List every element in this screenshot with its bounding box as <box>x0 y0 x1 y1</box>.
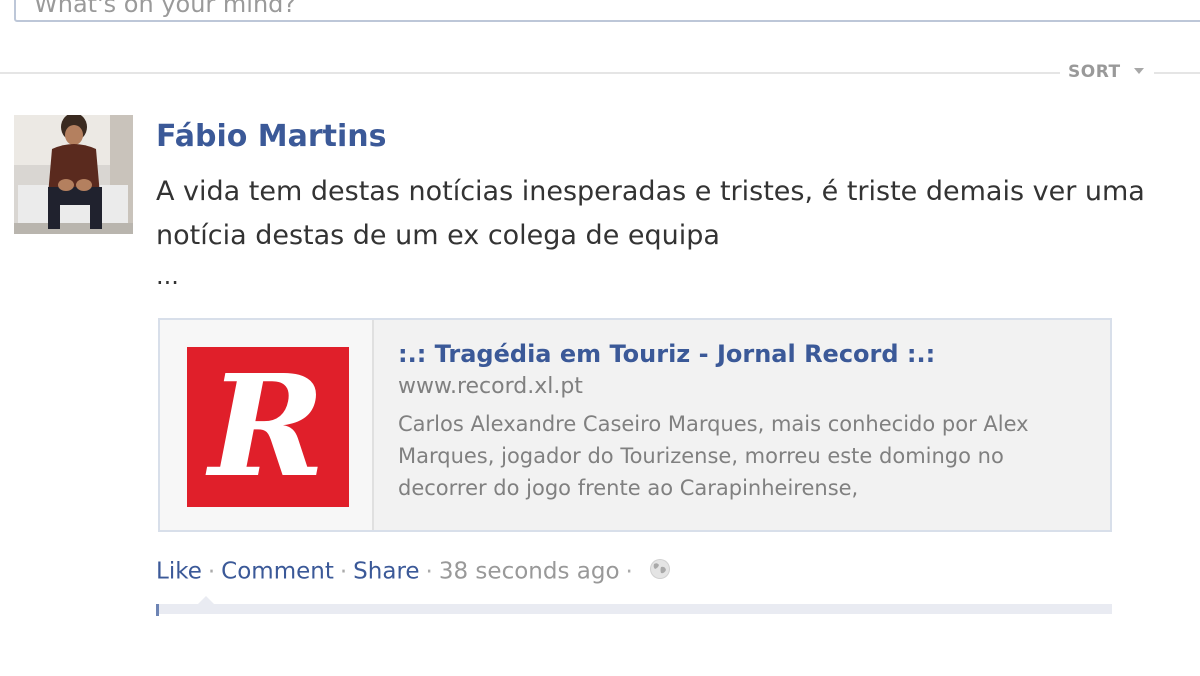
feed-divider-right <box>1154 72 1200 74</box>
feed-divider <box>0 72 1060 74</box>
see-more-link[interactable]: ... <box>156 262 179 290</box>
separator-dot: · <box>425 558 433 585</box>
sort-button[interactable]: SORT <box>1068 62 1121 82</box>
link-thumbnail-frame: R <box>160 320 374 530</box>
share-button[interactable]: Share <box>353 559 419 585</box>
separator-dot: · <box>625 558 633 585</box>
status-composer[interactable]: What's on your mind? <box>14 0 1200 22</box>
comment-area-edge <box>156 604 159 616</box>
profile-photo <box>14 115 133 234</box>
post-timestamp[interactable]: 38 seconds ago <box>439 559 620 585</box>
separator-dot: · <box>207 558 216 585</box>
composer-placeholder[interactable]: What's on your mind? <box>34 0 296 18</box>
post-author-link[interactable]: Fábio Martins <box>156 119 387 154</box>
post-actions: Like · Comment · Share · 38 seconds ago · <box>156 558 671 586</box>
link-description: Carlos Alexandre Caseiro Marques, mais c… <box>398 412 1029 500</box>
link-url: www.record.xl.pt <box>398 374 583 399</box>
like-button[interactable]: Like <box>156 559 202 585</box>
globe-icon[interactable] <box>649 558 671 586</box>
record-logo-letter: R <box>205 347 325 507</box>
link-title[interactable]: :.: Tragédia em Touriz - Jornal Record :… <box>398 340 935 368</box>
comment-box-notch <box>198 596 214 604</box>
comment-area[interactable] <box>156 604 1112 614</box>
avatar[interactable] <box>14 115 133 234</box>
separator-dot: · <box>339 558 348 585</box>
news-feed: What's on your mind? SORT Fábio Martins … <box>0 0 1200 676</box>
globe-icon-svg <box>649 559 670 579</box>
link-preview[interactable]: R :.: Tragédia em Touriz - Jornal Record… <box>158 318 1112 532</box>
post-message: A vida tem destas notícias inesperadas e… <box>156 176 1145 251</box>
chevron-down-icon[interactable] <box>1134 68 1144 74</box>
comment-button[interactable]: Comment <box>221 559 334 585</box>
record-logo-icon[interactable]: R <box>187 347 349 507</box>
